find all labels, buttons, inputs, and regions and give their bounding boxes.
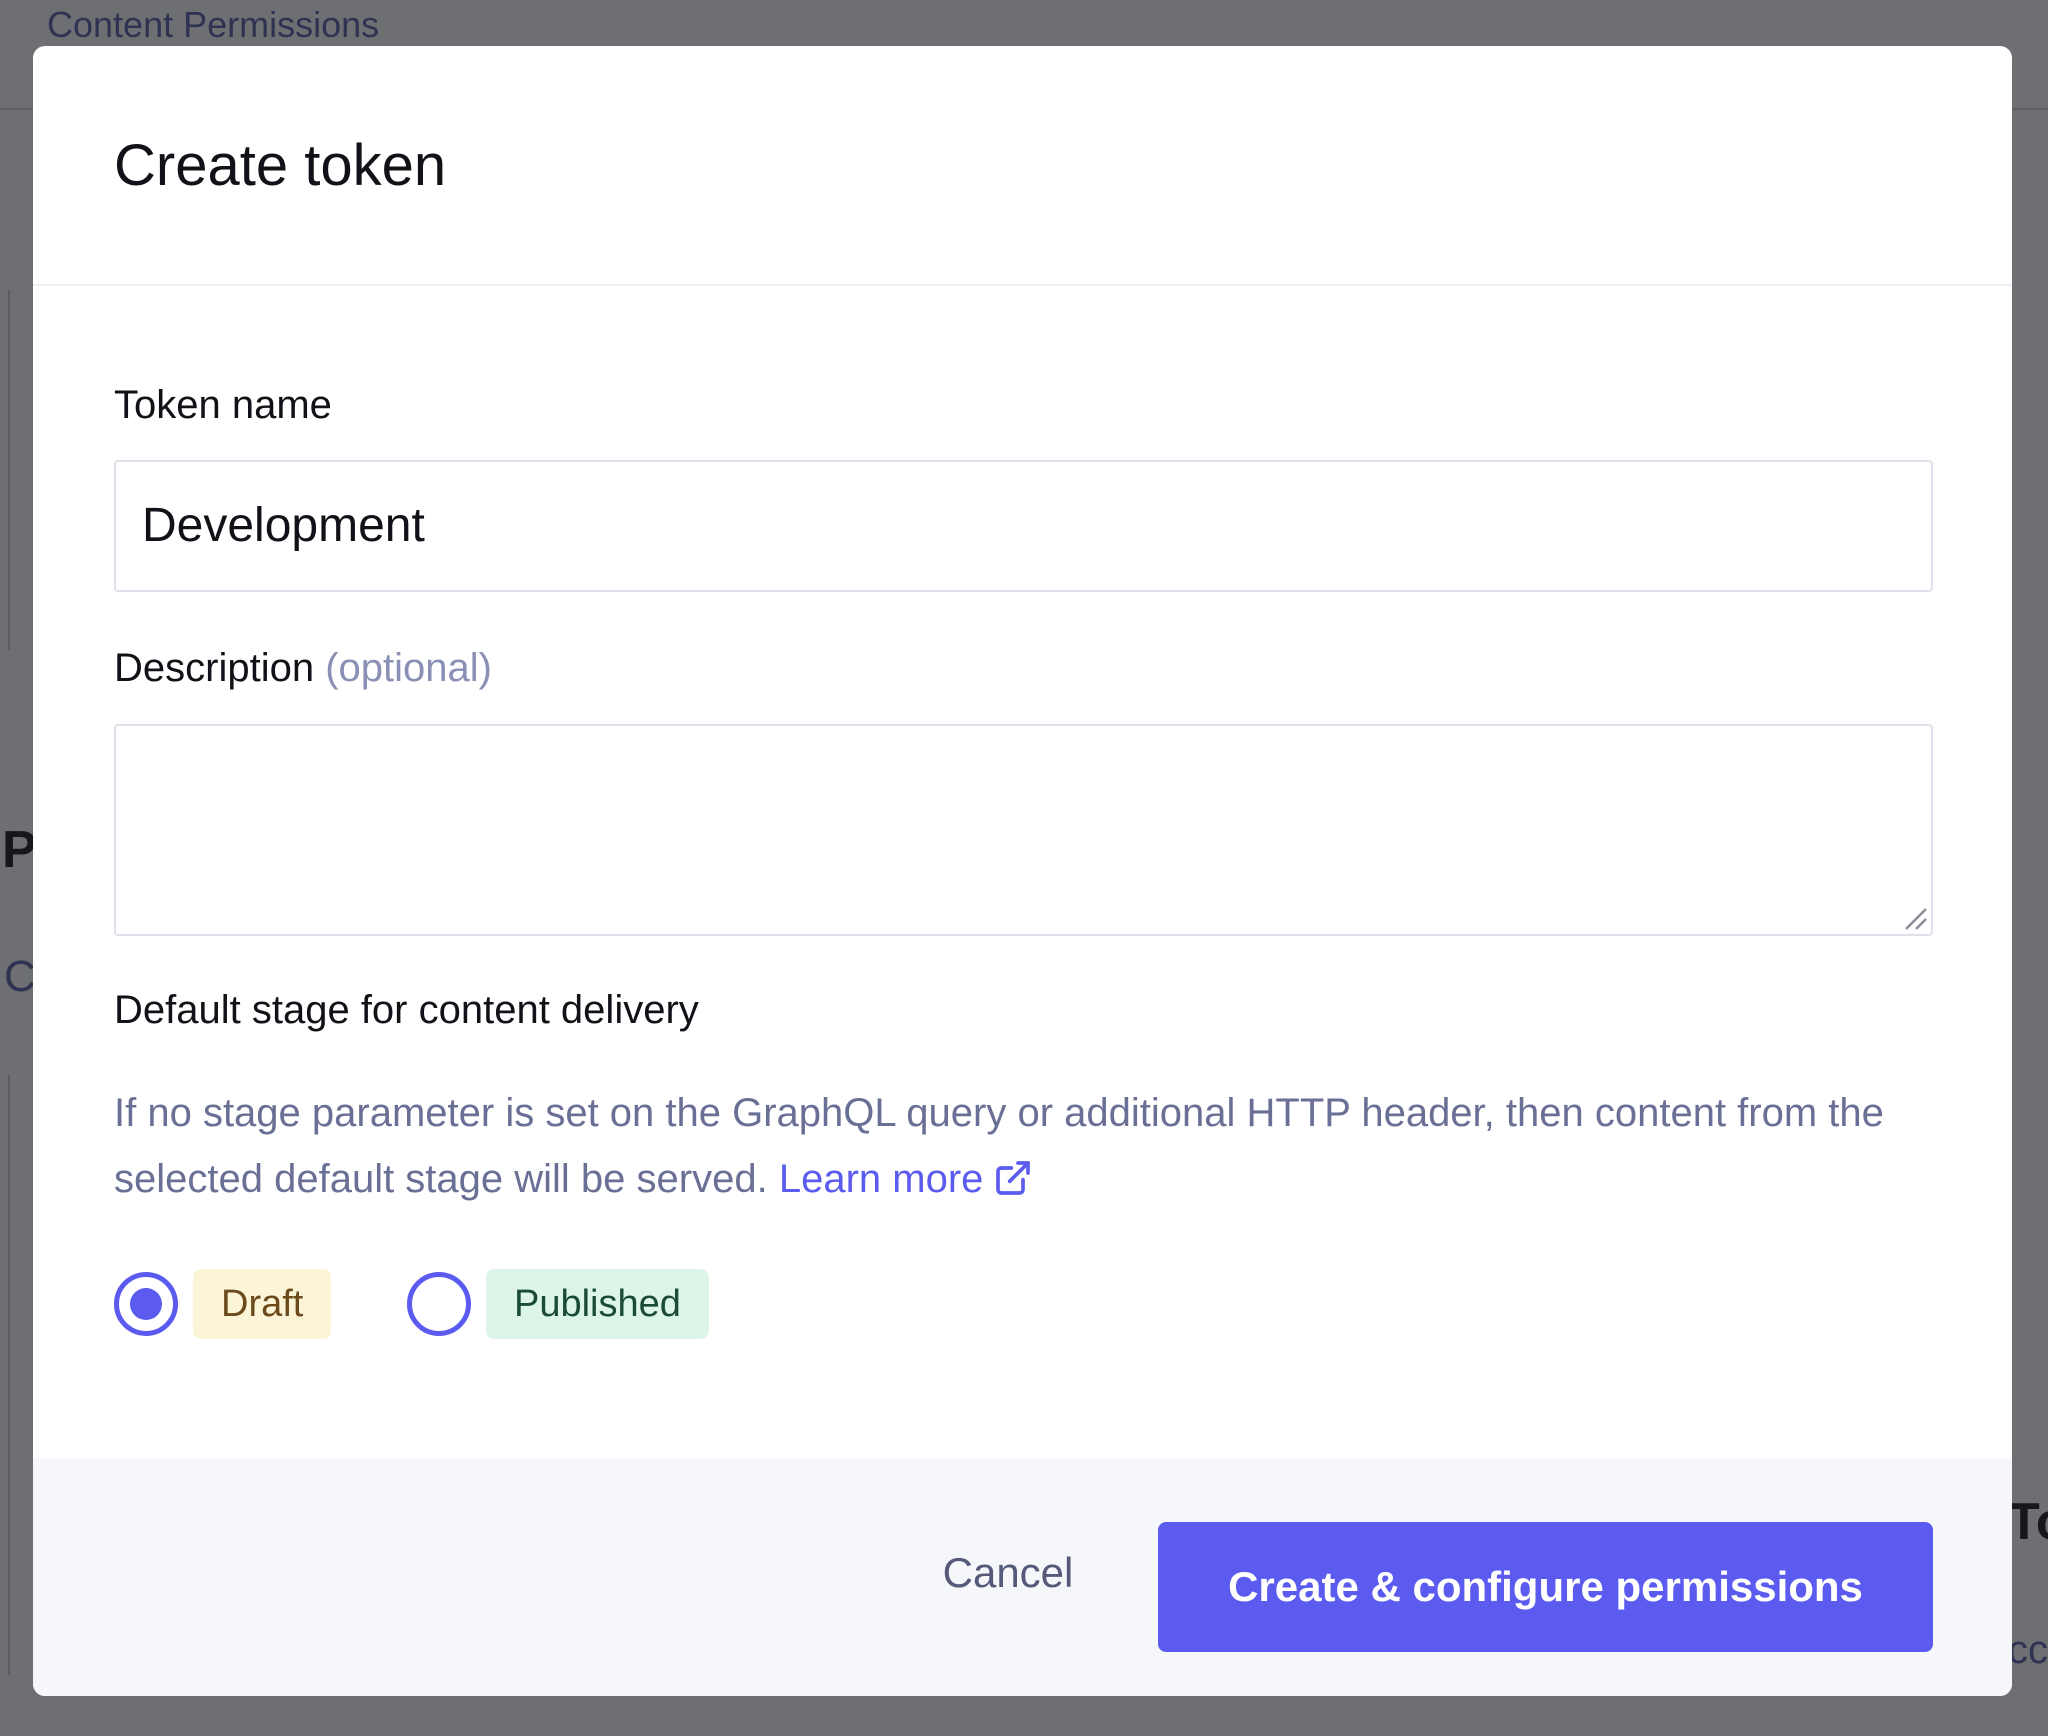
description-textarea[interactable] bbox=[114, 724, 1933, 936]
radio-selected-dot bbox=[130, 1288, 162, 1320]
token-name-value: Development bbox=[142, 499, 425, 552]
dialog-header: Create token bbox=[33, 46, 2012, 286]
radio-published[interactable] bbox=[407, 1272, 471, 1336]
token-name-input[interactable]: Development bbox=[114, 460, 1933, 592]
description-label-row: Description (optional) bbox=[114, 646, 492, 691]
resize-grip-icon[interactable] bbox=[1902, 905, 1928, 931]
dialog-title: Create token bbox=[114, 133, 447, 198]
background-card-edge bbox=[0, 1075, 10, 1675]
background-fragment-text: cc bbox=[2008, 1628, 2048, 1672]
background-fragment-heading: P bbox=[2, 821, 37, 879]
default-stage-help-text: If no stage parameter is set on the Grap… bbox=[114, 1080, 1914, 1212]
token-name-label: Token name bbox=[114, 383, 332, 427]
draft-badge[interactable]: Draft bbox=[193, 1269, 332, 1339]
cancel-button[interactable]: Cancel bbox=[913, 1523, 1103, 1623]
create-configure-permissions-button[interactable]: Create & configure permissions bbox=[1158, 1522, 1933, 1652]
create-token-dialog: Create token Token name Development Desc… bbox=[33, 46, 2012, 1696]
background-fragment-heading: To bbox=[2008, 1493, 2048, 1551]
background-card-edge bbox=[0, 290, 10, 650]
learn-more-link[interactable]: Learn more bbox=[779, 1157, 1034, 1201]
dialog-footer: Cancel Create & configure permissions bbox=[33, 1458, 2012, 1696]
learn-more-label: Learn more bbox=[778, 1157, 984, 1201]
background-fragment-text: C bbox=[4, 952, 36, 1001]
optional-hint: (optional) bbox=[325, 646, 492, 690]
description-label: Description bbox=[114, 646, 315, 690]
background-tab-content-permissions: Content Permissions bbox=[47, 4, 380, 45]
radio-draft[interactable] bbox=[114, 1272, 178, 1336]
published-badge[interactable]: Published bbox=[486, 1269, 709, 1339]
default-stage-label: Default stage for content delivery bbox=[114, 988, 699, 1032]
external-link-icon bbox=[996, 1161, 1031, 1195]
